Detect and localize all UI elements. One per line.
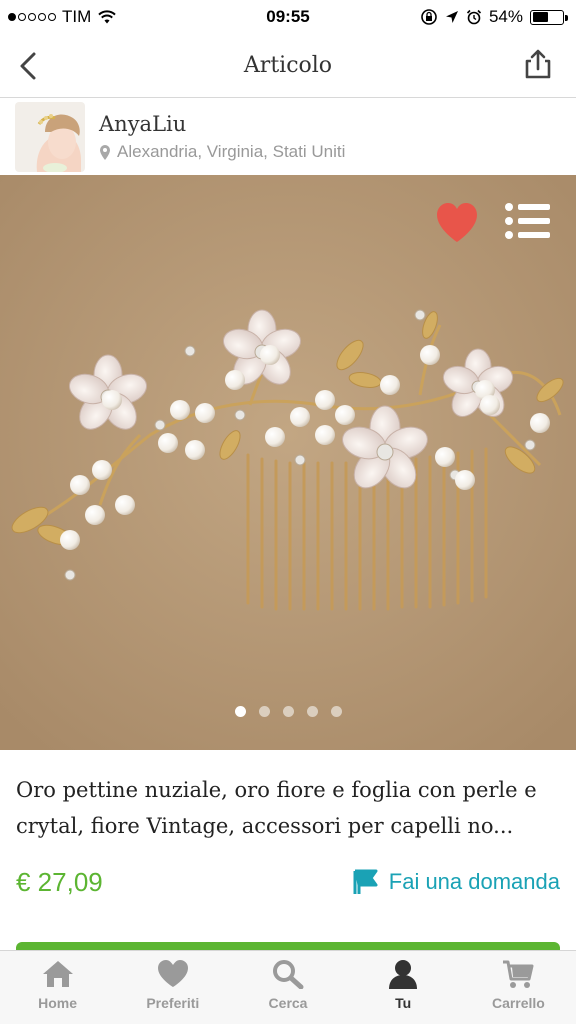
heart-icon[interactable] [434,201,480,245]
seller-avatar[interactable] [15,102,85,172]
wifi-icon [98,10,116,24]
tab-search[interactable]: Cerca [230,951,345,1024]
list-icon[interactable] [504,201,552,241]
tab-home-label: Home [38,995,78,1011]
tab-you-label: Tu [395,995,412,1011]
price-row: € 27,09 Fai una domanda [16,862,560,902]
tab-search-label: Cerca [268,995,308,1011]
tab-cart-label: Carrello [491,995,545,1011]
seller-row[interactable]: AnyaLiu Alexandria, Virginia, Stati Unit… [0,99,576,175]
product-price: € 27,09 [16,866,103,897]
carrier-label: TIM [62,7,92,26]
page-dot[interactable] [234,706,246,717]
seller-name[interactable]: AnyaLiu [99,112,345,136]
page-dot[interactable] [330,706,342,717]
tab-you[interactable]: Tu [346,951,461,1024]
add-to-cart-button[interactable] [16,942,560,950]
share-icon [525,49,551,79]
tab-cart[interactable]: Carrello [461,951,576,1024]
product-photo [0,175,576,750]
cart-icon [503,960,534,988]
page-indicator[interactable] [0,706,576,717]
battery-percent: 54% [488,7,523,26]
status-bar: TIM 09:55 54% [0,0,576,34]
chat-flag-icon [353,869,378,894]
seller-location-text: Alexandria, Virginia, Stati Uniti [117,142,346,161]
alarm-icon [466,9,482,25]
heart-icon [157,960,188,987]
search-icon [273,960,304,989]
tab-bar: Home Preferiti Cerca Tu Carrello [0,950,576,1024]
user-icon [389,960,418,989]
battery-fill [532,12,549,22]
page-title: Articolo [243,53,333,78]
ask-question-button[interactable]: Fai una domanda [351,869,560,895]
status-left: TIM [8,7,117,27]
map-pin-icon [100,144,110,160]
product-title: Oro pettine nuziale, oro fiore e foglia … [16,778,537,838]
battery-icon [530,9,568,25]
location-arrow-icon [445,11,458,23]
status-right: 54% [420,7,568,27]
share-button[interactable] [520,46,556,82]
page-dot[interactable] [282,706,294,717]
back-button[interactable] [10,48,46,84]
ask-question-label: Fai una domanda [388,869,560,894]
page-dot[interactable] [306,706,318,717]
home-icon [42,961,73,987]
navigation-bar: Articolo [0,34,576,98]
product-image-gallery[interactable] [0,175,576,750]
rotation-lock-icon [421,9,437,25]
seller-location: Alexandria, Virginia, Stati Uniti [99,142,345,162]
chevron-left-icon [20,52,36,80]
tab-home[interactable]: Home [0,951,115,1024]
seller-info: AnyaLiu Alexandria, Virginia, Stati Unit… [99,112,345,162]
tab-favorites-label: Preferiti [146,995,200,1011]
page-dot[interactable] [258,706,270,717]
signal-icon [8,13,56,21]
tab-favorites[interactable]: Preferiti [115,951,230,1024]
